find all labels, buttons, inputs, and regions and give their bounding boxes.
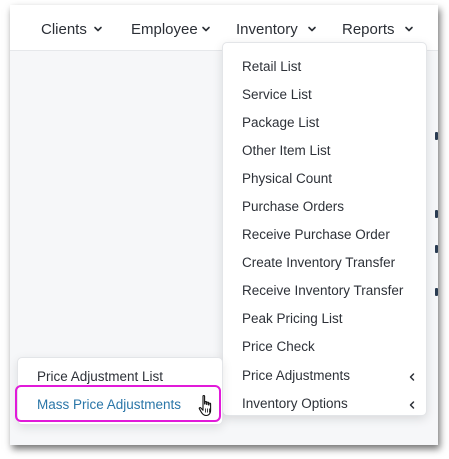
menu-item-label: Receive Inventory Transfer [242,282,404,298]
submenu-item-price-adjustment-list[interactable]: Price Adjustment List [18,363,222,389]
menu-item-price-adjustments[interactable]: Price Adjustments [223,362,426,388]
submenu-item-label: Mass Price Adjustments [37,396,182,412]
menu-item-retail-list[interactable]: Retail List [223,53,426,79]
nav-clients-label: Clients [41,20,87,38]
nav-reports[interactable]: Reports [342,18,414,40]
submenu-item-mass-price-adjustments[interactable]: Mass Price Adjustments [18,391,222,417]
background-edge-mark [435,245,438,253]
app-frame: Clients Employee Inventory Reports Retai… [10,5,438,445]
menu-item-other-item-list[interactable]: Other Item List [223,137,426,163]
chevron-down-icon [93,24,103,34]
menu-item-inventory-options[interactable]: Inventory Options [223,390,426,416]
menu-item-purchase-orders[interactable]: Purchase Orders [223,193,426,219]
chevron-left-icon [408,370,416,381]
chevron-down-icon [307,24,317,34]
chevron-down-icon [201,24,211,34]
background-edge-mark [435,132,438,140]
background-edge-mark [435,288,438,296]
menu-item-label: Retail List [242,58,302,74]
background-edge-mark [435,210,438,218]
menu-item-label: Purchase Orders [242,198,345,214]
menu-item-label: Receive Purchase Order [242,226,390,242]
menu-item-label: Create Inventory Transfer [242,254,396,270]
menu-item-label: Price Adjustments [242,367,351,383]
menu-item-package-list[interactable]: Package List [223,109,426,135]
menu-item-label: Peak Pricing List [242,310,343,326]
menu-item-physical-count[interactable]: Physical Count [223,165,426,191]
menu-item-label: Other Item List [242,142,331,158]
nav-inventory[interactable]: Inventory [236,18,317,40]
menu-item-label: Inventory Options [242,395,348,411]
hand-pointer-cursor-icon [198,394,216,418]
menu-item-create-inventory-transfer[interactable]: Create Inventory Transfer [223,249,426,275]
price-adjustments-submenu: Price Adjustment List Mass Price Adjustm… [17,357,223,425]
menu-item-receive-inventory-transfer[interactable]: Receive Inventory Transfer [223,277,426,303]
nav-inventory-label: Inventory [236,20,298,38]
chevron-down-icon [404,24,414,34]
nav-reports-label: Reports [342,20,395,38]
chevron-left-icon [408,398,416,409]
menu-item-label: Service List [242,86,312,102]
nav-employee[interactable]: Employee [131,18,211,40]
menu-item-price-check[interactable]: Price Check [223,333,426,359]
submenu-item-label: Price Adjustment List [37,368,164,384]
menu-item-label: Package List [242,114,320,130]
nav-employee-label: Employee [131,20,198,38]
nav-clients[interactable]: Clients [41,18,103,40]
inventory-dropdown-menu: Retail List Service List Package List Ot… [222,42,427,416]
menu-item-receive-purchase-order[interactable]: Receive Purchase Order [223,221,426,247]
menu-item-label: Physical Count [242,170,333,186]
menu-item-peak-pricing-list[interactable]: Peak Pricing List [223,305,426,331]
menu-item-label: Price Check [242,338,315,354]
menu-item-service-list[interactable]: Service List [223,81,426,107]
